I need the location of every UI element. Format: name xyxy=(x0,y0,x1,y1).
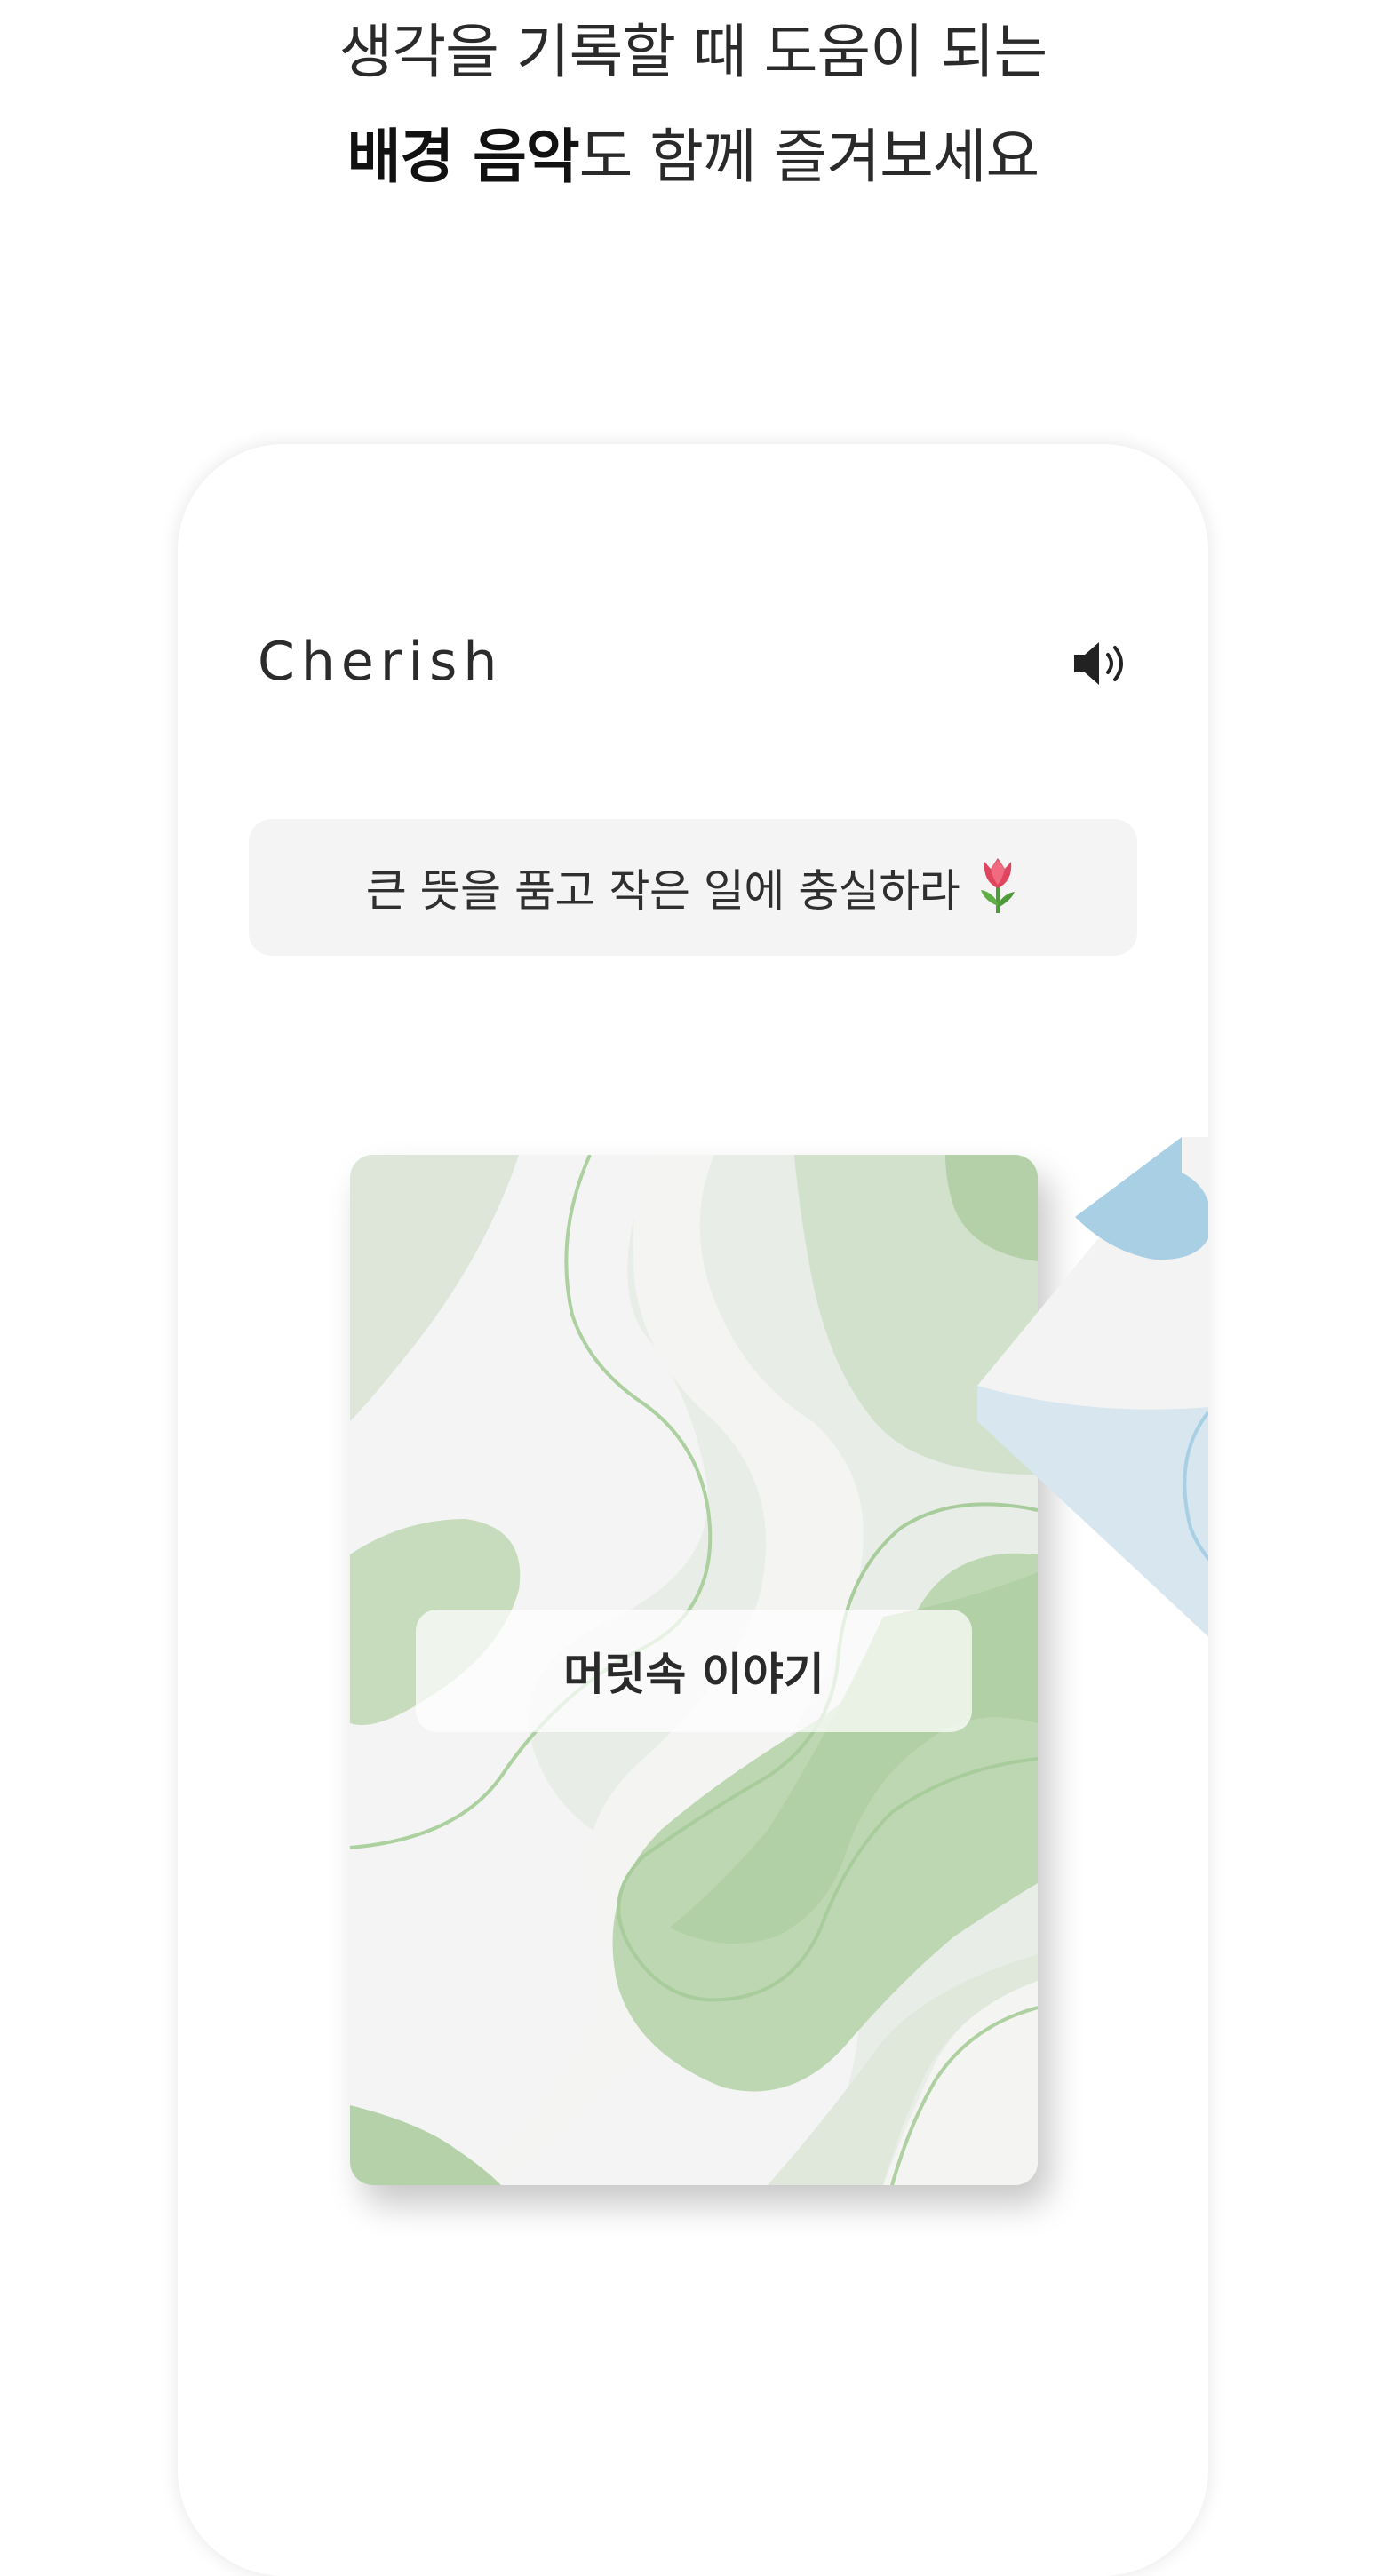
quote-banner: 큰 뜻을 품고 작은 일에 충실하라 xyxy=(249,819,1137,956)
speaker-volume-icon xyxy=(1074,642,1123,685)
app-title: Cherish xyxy=(258,631,504,693)
quote-text: 큰 뜻을 품고 작은 일에 충실하라 xyxy=(365,865,960,917)
headline-line-1: 생각을 기록할 때 도움이 되는 xyxy=(339,18,1048,86)
phone-frame: Cherish 큰 뜻을 품고 작은 일에 충실하라 머릿속 이야기 xyxy=(178,444,1208,2576)
tulip-icon xyxy=(976,856,1020,918)
next-category-card[interactable] xyxy=(977,1137,1208,1670)
promo-headline: 생각을 기록할 때 도움이 되는 배경 음악도 함께 즐겨보세요 xyxy=(0,0,1386,210)
category-card[interactable]: 머릿속 이야기 xyxy=(350,1155,1038,2185)
headline-line-2: 배경 음악도 함께 즐겨보세요 xyxy=(0,105,1386,210)
headline-highlight: 배경 음악 xyxy=(346,123,580,191)
headline-line-2-rest: 도 함께 즐겨보세요 xyxy=(578,123,1040,191)
sound-toggle-button[interactable] xyxy=(1066,632,1137,695)
card-title: 머릿속 이야기 xyxy=(416,1610,972,1732)
